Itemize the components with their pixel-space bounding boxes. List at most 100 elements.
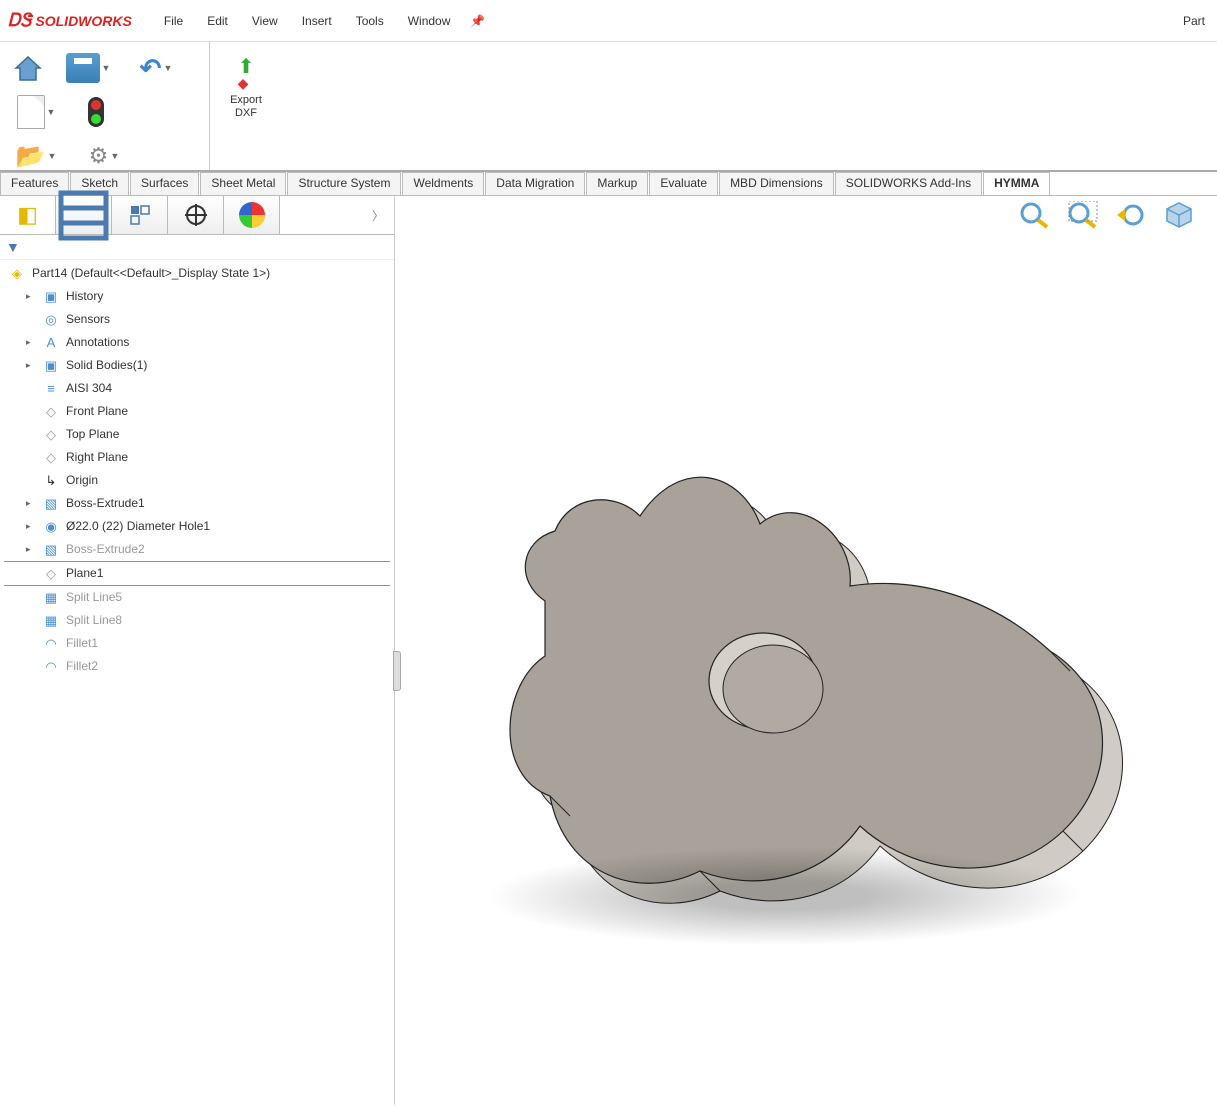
export-label: ExportDXF [230,94,262,120]
tree-node-boss-extrude1[interactable]: ▸ ▧ Boss-Extrude1 [4,492,390,515]
tree-node--22-0-22-diameter-hole1[interactable]: ▸◉Ø22.0 (22) Diameter Hole1 [4,515,390,538]
target-icon [184,203,208,227]
save-button[interactable]: ▼ [58,48,118,88]
panel-splitter-handle[interactable] [393,651,401,691]
expand-arrow-icon[interactable]: ▸ [26,333,36,352]
tree-node-fillet1[interactable]: ◠ Fillet1 [4,632,390,655]
tree-node-sensors[interactable]: ◎Sensors [4,308,390,331]
tree-node-right-plane[interactable]: ◇Right Plane [4,446,390,469]
zoom-to-area-button[interactable] [1065,200,1101,230]
tree-node-label: Front Plane [66,402,128,421]
extrude-icon: ▧ [42,496,60,512]
tab-weldments[interactable]: Weldments [402,172,484,195]
pin-icon[interactable]: 📌 [470,14,485,28]
sensor-icon: ◎ [42,312,60,328]
tab-sheet-metal[interactable]: Sheet Metal [200,172,286,195]
tree-node-history[interactable]: ▸▣History [4,285,390,308]
property-manager-tab[interactable] [56,196,112,234]
expand-arrow-icon[interactable]: ▸ [26,287,36,306]
menu-window[interactable]: Window [396,8,463,34]
tab-addins[interactable]: SOLIDWORKS Add-Ins [835,172,982,195]
fillet-icon: ◠ [42,636,60,652]
options-button[interactable]: ⚙▼ [74,136,134,176]
new-document-button[interactable]: ▼ [6,92,66,132]
home-icon [12,54,44,82]
expand-arrow-icon[interactable]: ▸ [26,494,36,513]
appearance-icon [239,202,265,228]
dropdown-arrow-icon: ▼ [163,63,172,73]
tab-evaluate[interactable]: Evaluate [649,172,718,195]
tree-node-label: Annotations [66,333,129,352]
expand-arrow-icon[interactable]: ▸ [26,540,36,559]
feature-manager-icon: ◧ [17,202,38,228]
menu-file[interactable]: File [152,8,195,34]
annot-icon: A [42,335,60,351]
tree-node-top-plane[interactable]: ◇Top Plane [4,423,390,446]
config-icon [129,204,151,226]
dropdown-arrow-icon: ▼ [47,107,56,117]
split-icon: ▦ [42,613,60,629]
configuration-manager-tab[interactable] [112,196,168,234]
rebuild-button[interactable] [74,92,118,132]
split-icon: ▦ [42,590,60,606]
menu-edit[interactable]: Edit [195,8,240,34]
tree-node-split-line8[interactable]: ▦Split Line8 [4,609,390,632]
tree-node-split-line5[interactable]: ▦Split Line5 [4,586,390,609]
tree-node-label: History [66,287,103,306]
tree-root-part[interactable]: ◈ Part14 (Default<<Default>_Display Stat… [4,262,390,285]
tree-node-aisi-304[interactable]: ≡AISI 304 [4,377,390,400]
main-content: ◧ 〉 ▼ ◈ Part14 (Default<<Default>_Displa… [0,196,1217,1105]
zoom-fit-icon [1019,201,1051,229]
menu-tools[interactable]: Tools [344,8,396,34]
solid-icon: ▣ [42,358,60,374]
graphics-viewport[interactable] [395,196,1217,1105]
tree-node-label: AISI 304 [66,379,112,398]
tree-node-fillet2[interactable]: ◠Fillet2 [4,655,390,678]
heads-up-view-toolbar [1017,200,1197,230]
tree-node-label: Boss-Extrude1 [66,494,145,513]
tree-node-origin[interactable]: ↳Origin [4,469,390,492]
dropdown-arrow-icon: ▼ [110,151,119,161]
fillet-icon: ◠ [42,659,60,675]
filter-icon[interactable]: ▼ [6,239,20,255]
feature-manager-tab[interactable]: ◧ [0,196,56,234]
collapse-pane-button[interactable]: 〉 [280,196,394,234]
tree-node-front-plane[interactable]: ◇Front Plane [4,400,390,423]
section-icon [1163,201,1195,229]
app-name: SOLIDWORKS [35,13,131,29]
export-dxf-button[interactable]: ⬆◆ ExportDXF [222,50,270,162]
expand-arrow-icon[interactable]: ▸ [26,356,36,375]
open-button[interactable]: 📂▼ [6,136,66,176]
tab-data-migration[interactable]: Data Migration [485,172,585,195]
quick-access-toolbar-area: ▼ ↶▼ ▼ 📂▼ ⚙▼ ⬆◆ ExportDXF [0,42,1217,172]
tree-node-solid-bodies-1-[interactable]: ▸▣Solid Bodies(1) [4,354,390,377]
zoom-to-fit-button[interactable] [1017,200,1053,230]
tree-node-label: Boss-Extrude2 [66,540,145,559]
tab-hymma[interactable]: HYMMA [983,172,1050,195]
tab-mbd-dimensions[interactable]: MBD Dimensions [719,172,834,195]
tree-node-label: Plane1 [66,564,103,583]
tree-node-boss-extrude2[interactable]: ▸▧Boss-Extrude2 [4,538,390,561]
gear-icon: ⚙ [89,143,109,169]
menu-insert[interactable]: Insert [290,8,344,34]
zoom-area-icon [1067,201,1099,229]
home-button[interactable] [6,48,50,88]
tree-node-plane1[interactable]: ◇Plane1 [4,561,390,586]
expand-arrow-icon[interactable]: ▸ [26,517,36,536]
display-manager-tab[interactable] [224,196,280,234]
tab-markup[interactable]: Markup [586,172,648,195]
section-view-button[interactable] [1161,200,1197,230]
previous-view-button[interactable] [1113,200,1149,230]
undo-button[interactable]: ↶▼ [126,48,186,88]
tree-node-label: Fillet1 [66,634,98,653]
origin-icon: ↳ [42,473,60,489]
tree-filter-row: ▼ [0,235,394,260]
menu-view[interactable]: View [240,8,290,34]
dimxpert-manager-tab[interactable] [168,196,224,234]
tree-node-annotations[interactable]: ▸ A Annotations [4,331,390,354]
tab-structure-system[interactable]: Structure System [287,172,401,195]
tab-surfaces[interactable]: Surfaces [130,172,199,195]
traffic-light-icon [88,97,104,127]
app-logo: ᎠᏕ SOLIDWORKS [8,10,132,31]
export-icon: ⬆◆ [238,54,255,92]
